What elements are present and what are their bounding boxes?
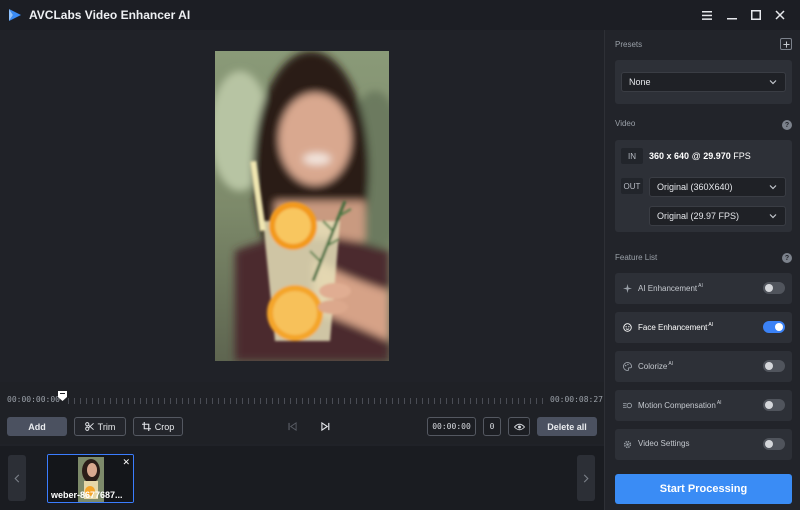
output-fps-select[interactable]: Original (29.97 FPS): [649, 206, 786, 226]
skip-back-icon[interactable]: [284, 418, 300, 434]
preset-select[interactable]: None: [621, 72, 786, 92]
plus-icon: [782, 40, 790, 48]
add-preset-button[interactable]: [780, 38, 792, 50]
feature-label: Face EnhancementAI: [638, 322, 713, 332]
video-label: Video: [615, 119, 636, 128]
feature-label: ColorizeAI: [638, 361, 673, 371]
input-at-sign: @: [691, 151, 701, 161]
presets-box: None: [615, 60, 792, 104]
playback-controls: Add Trim Crop 00:00:00 0 Delete all: [0, 410, 604, 444]
close-icon[interactable]: [769, 5, 791, 25]
feature-face-enhancement[interactable]: Face EnhancementAI: [615, 312, 792, 343]
feature-help-icon[interactable]: ?: [782, 253, 792, 263]
timeline-start-time: 00:00:00:00: [7, 395, 60, 404]
video-frame[interactable]: [215, 51, 389, 361]
maximize-icon[interactable]: [745, 5, 767, 25]
trim-button[interactable]: Trim: [74, 417, 126, 436]
feature-video-settings[interactable]: Video Settings: [615, 429, 792, 460]
presets-label: Presets: [615, 40, 643, 49]
input-fps-unit: FPS: [733, 151, 751, 161]
preset-select-value: None: [629, 77, 651, 87]
video-settings-toggle[interactable]: [763, 438, 785, 450]
feature-name: Colorize: [638, 362, 668, 371]
settings-panel: Presets None Video ? IN 360 x 640 @ 29.9…: [604, 30, 800, 510]
filmstrip-next-button[interactable]: [577, 455, 595, 501]
timeline-end-time: 00:00:08:27: [550, 395, 603, 404]
in-label: IN: [621, 148, 643, 164]
chevron-down-icon: [769, 214, 777, 219]
feature-label: Motion CompensationAI: [638, 400, 722, 410]
scissors-icon: [84, 422, 94, 431]
editor-area: 00:00:00:00 00:00:08:27 Add Trim Crop 00…: [0, 30, 604, 510]
sparkle-icon: [623, 284, 632, 293]
start-processing-button[interactable]: Start Processing: [615, 474, 792, 504]
feature-name: Video Settings: [638, 439, 690, 448]
feature-name: AI Enhancement: [638, 284, 698, 293]
delete-all-button[interactable]: Delete all: [537, 417, 597, 436]
out-label: OUT: [621, 178, 643, 194]
eye-icon: [513, 423, 525, 430]
feature-ai-badge: AI: [668, 361, 674, 367]
feature-ai-enhancement[interactable]: AI EnhancementAI: [615, 273, 792, 304]
minimize-icon[interactable]: [721, 5, 743, 25]
play-next-icon[interactable]: [317, 418, 333, 434]
palette-icon: [623, 362, 632, 371]
input-resolution: 360 x 640: [649, 151, 690, 161]
crop-icon: [141, 422, 151, 431]
face-icon: [623, 323, 632, 332]
video-preview: [0, 30, 604, 382]
feature-list-label: Feature List: [615, 253, 658, 262]
motion-compensation-toggle[interactable]: [763, 399, 785, 411]
crop-button[interactable]: Crop: [133, 417, 183, 436]
feature-ai-badge: AI: [716, 400, 722, 406]
app-title: AVCLabs Video Enhancer AI: [29, 8, 191, 22]
motion-icon: [623, 402, 632, 409]
input-fps-value: 29.970: [703, 151, 731, 161]
clip-thumbnail[interactable]: ✕ weber-8677687...: [47, 454, 134, 503]
title-bar: AVCLabs Video Enhancer AI: [0, 0, 800, 30]
output-resolution-value: Original (360X640): [657, 182, 733, 192]
add-button[interactable]: Add: [7, 417, 67, 436]
feature-label: AI EnhancementAI: [638, 283, 703, 293]
feature-ai-badge: AI: [708, 322, 714, 328]
filmstrip-prev-button[interactable]: [8, 455, 26, 501]
feature-ai-badge: AI: [698, 283, 703, 289]
feature-name: Face Enhancement: [638, 323, 708, 332]
crop-label: Crop: [154, 421, 175, 432]
clip-name: weber-8677687...: [51, 490, 123, 500]
chevron-down-icon: [769, 80, 777, 85]
ai-enhancement-toggle[interactable]: [763, 282, 785, 294]
feature-label: Video Settings: [638, 439, 689, 448]
feature-motion-compensation[interactable]: Motion CompensationAI: [615, 390, 792, 421]
gear-icon: [623, 440, 632, 449]
feature-name: Motion Compensation: [638, 401, 716, 410]
feature-colorize[interactable]: ColorizeAI: [615, 351, 792, 382]
face-enhancement-toggle[interactable]: [763, 321, 785, 333]
chevron-right-icon: [583, 474, 589, 482]
preview-toggle-button[interactable]: [508, 417, 530, 436]
hamburger-icon[interactable]: [696, 5, 718, 25]
playhead-marker-icon[interactable]: [58, 391, 67, 401]
output-fps-value: Original (29.97 FPS): [657, 211, 740, 221]
app-logo-icon: [9, 9, 21, 21]
clip-remove-icon[interactable]: ✕: [122, 457, 130, 468]
chevron-down-icon: [769, 185, 777, 190]
frame-input[interactable]: 0: [483, 417, 501, 436]
video-help-icon[interactable]: ?: [782, 120, 792, 130]
clip-filmstrip: ✕ weber-8677687...: [0, 446, 604, 510]
time-input[interactable]: 00:00:00: [427, 417, 476, 436]
trim-label: Trim: [97, 421, 116, 432]
chevron-left-icon: [14, 474, 20, 482]
timeline-track[interactable]: [68, 398, 548, 404]
input-info: 360 x 640 @ 29.970 FPS: [649, 151, 751, 161]
output-resolution-select[interactable]: Original (360X640): [649, 177, 786, 197]
video-box: IN 360 x 640 @ 29.970 FPS OUT Original (…: [615, 140, 792, 232]
app-window: AVCLabs Video Enhancer AI 00:00:00:00 00…: [0, 0, 800, 510]
timeline[interactable]: 00:00:00:00 00:00:08:27: [0, 382, 604, 410]
colorize-toggle[interactable]: [763, 360, 785, 372]
